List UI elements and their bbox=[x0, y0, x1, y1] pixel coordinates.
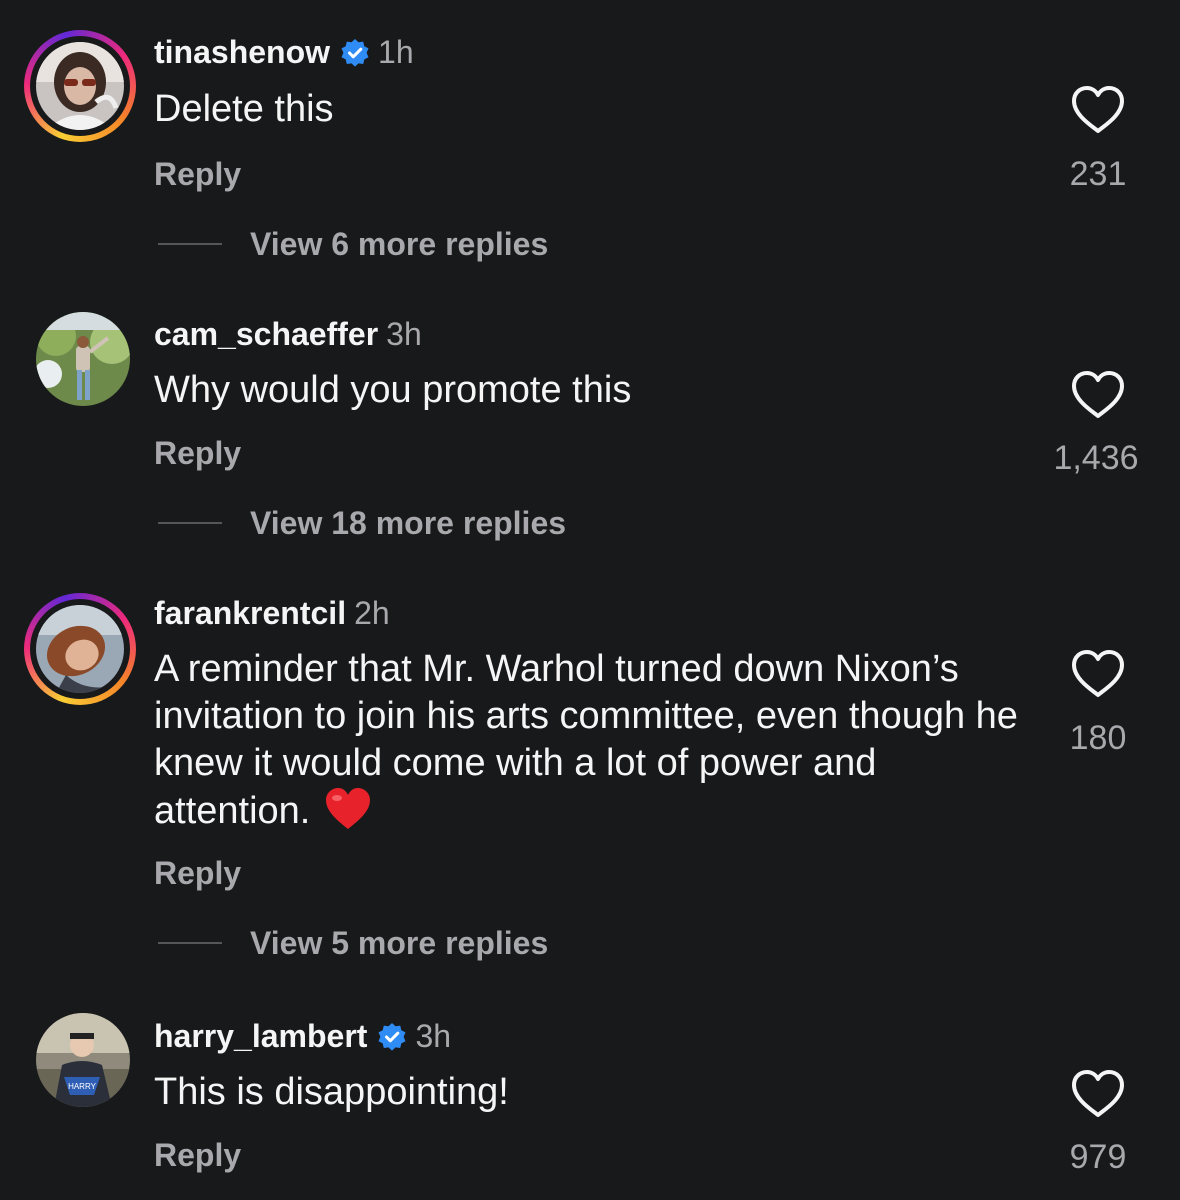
divider bbox=[158, 522, 222, 524]
comment-timestamp: 2h bbox=[354, 595, 390, 631]
view-replies-label: View 6 more replies bbox=[250, 226, 549, 262]
comment-timestamp: 3h bbox=[415, 1018, 452, 1054]
reply-button[interactable]: Reply bbox=[154, 154, 241, 194]
divider bbox=[158, 942, 222, 944]
reply-button[interactable]: Reply bbox=[154, 1135, 241, 1175]
comment-username[interactable]: harry_lambert bbox=[154, 1016, 367, 1056]
comment-text: Why would you promote this bbox=[154, 369, 632, 411]
heart-outline-icon[interactable] bbox=[1070, 1069, 1126, 1119]
view-replies-label: View 18 more replies bbox=[250, 505, 567, 541]
comment-text: This is disappointing! bbox=[154, 1071, 509, 1113]
view-more-replies-button[interactable]: View 18 more replies bbox=[158, 503, 566, 543]
avatar bbox=[36, 605, 124, 693]
heart-outline-icon[interactable] bbox=[1070, 85, 1126, 135]
reply-button[interactable]: Reply bbox=[154, 433, 241, 473]
verified-badge-icon bbox=[340, 37, 370, 67]
heart-outline-icon[interactable] bbox=[1070, 370, 1126, 420]
avatar[interactable] bbox=[36, 312, 130, 406]
svg-text:HARRY: HARRY bbox=[68, 1082, 97, 1091]
avatar-story-ring[interactable] bbox=[24, 30, 136, 142]
verified-badge-icon bbox=[377, 1021, 407, 1051]
avatar[interactable]: HARRY bbox=[36, 1013, 130, 1107]
divider bbox=[158, 243, 222, 245]
heart-outline-icon[interactable] bbox=[1070, 649, 1126, 699]
like-count: 231 bbox=[1069, 155, 1127, 193]
comment-username[interactable]: cam_schaeffer bbox=[154, 314, 378, 354]
like-count: 1,436 bbox=[1053, 439, 1139, 477]
comment-timestamp: 1h bbox=[378, 34, 414, 70]
comment-username[interactable]: farankrentcil bbox=[154, 593, 346, 633]
avatar bbox=[36, 42, 124, 130]
view-more-replies-button[interactable]: View 6 more replies bbox=[158, 224, 548, 264]
comment-text: A reminder that Mr. Warhol turned down N… bbox=[154, 646, 1034, 835]
reply-button[interactable]: Reply bbox=[154, 853, 241, 893]
view-more-replies-button[interactable]: View 5 more replies bbox=[158, 923, 548, 963]
comment-text: Delete this bbox=[154, 88, 334, 130]
avatar-story-ring[interactable] bbox=[24, 593, 136, 705]
comment-timestamp: 3h bbox=[386, 316, 422, 352]
comments-panel: tinashenow 1h Delete this Reply View 6 m… bbox=[0, 0, 1180, 1200]
comment-username[interactable]: tinashenow bbox=[154, 32, 330, 72]
view-replies-label: View 5 more replies bbox=[250, 925, 549, 961]
like-count: 180 bbox=[1069, 719, 1127, 757]
like-count: 979 bbox=[1069, 1138, 1127, 1176]
comment-text-content: A reminder that Mr. Warhol turned down N… bbox=[154, 648, 1018, 832]
red-heart-emoji-icon bbox=[324, 787, 372, 831]
